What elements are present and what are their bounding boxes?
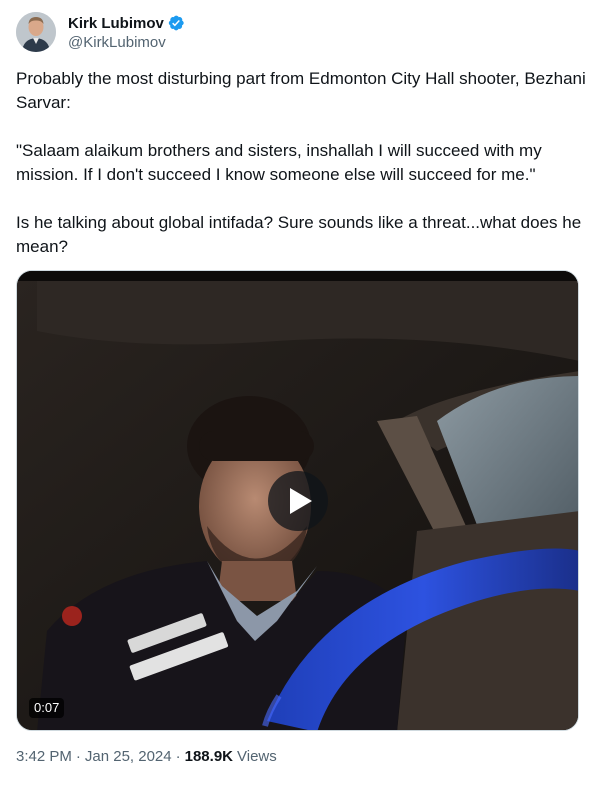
meta-separator: · [75, 748, 81, 765]
video-player[interactable]: 0:07 [16, 270, 579, 731]
play-button[interactable] [268, 471, 328, 531]
avatar[interactable] [16, 12, 56, 52]
meta-separator: · [175, 748, 181, 765]
tweet-meta: 3:42 PM · Jan 25, 2024 · 188.9K Views [16, 748, 277, 765]
tweet-paragraph: "Salaam alaikum brothers and sisters, in… [16, 141, 542, 184]
verified-badge-icon[interactable] [167, 14, 185, 32]
tweet-date[interactable]: Jan 25, 2024 [85, 748, 172, 765]
tweet-header: Kirk Lubimov @KirkLubimov [16, 12, 185, 52]
play-icon [289, 488, 312, 514]
tweet-paragraph: Is he talking about global intifada? Sur… [16, 213, 582, 256]
views-label: Views [237, 748, 277, 765]
author-display-name[interactable]: Kirk Lubimov [68, 15, 164, 32]
tweet-paragraph: Probably the most disturbing part from E… [16, 69, 586, 112]
tweet-text: Probably the most disturbing part from E… [16, 67, 586, 259]
tweet: Kirk Lubimov @KirkLubimov Probably the m… [0, 0, 611, 785]
video-duration: 0:07 [29, 698, 65, 718]
tweet-time[interactable]: 3:42 PM [16, 748, 72, 765]
author-handle[interactable]: @KirkLubimov [68, 34, 185, 51]
views-count[interactable]: 188.9K [185, 748, 233, 765]
avatar-image [16, 12, 56, 52]
author-names: Kirk Lubimov @KirkLubimov [68, 13, 185, 51]
